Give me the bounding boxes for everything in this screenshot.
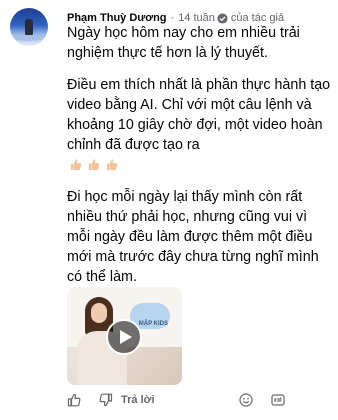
author-badge-icon — [217, 12, 228, 24]
thumbs-up-emoji-icon — [105, 157, 118, 171]
comment-paragraph: Đi học mỗi ngày lại thấy mình còn rất nh… — [67, 189, 319, 285]
avatar-figure — [25, 19, 33, 35]
comment-paragraph: Điều em thích nhất là phần thực hành tạo… — [67, 75, 333, 175]
comment-card: Phạm Thuỳ Dương · 14 tuần của tác giả Ng… — [0, 0, 338, 420]
thumbs-down-outline-icon[interactable] — [99, 393, 113, 407]
comment-actions: Trả lời — [67, 393, 285, 407]
reply-button[interactable]: Trả lời — [121, 394, 155, 406]
thumbs-up-outline-icon[interactable] — [67, 393, 81, 407]
avatar-ground — [14, 35, 44, 41]
video-attachment[interactable]: MẬP KIDS — [67, 287, 182, 385]
emoji-group — [69, 155, 123, 175]
comment-paragraph-text: Điều em thích nhất là phần thực hành tạo… — [67, 77, 331, 153]
thumbs-up-emoji-icon — [69, 157, 82, 171]
play-icon[interactable] — [106, 319, 142, 355]
video-person-face — [91, 303, 107, 323]
gif-icon[interactable] — [270, 393, 285, 407]
video-logo-text: MẬP KIDS — [138, 321, 168, 327]
thumbs-up-emoji-icon — [87, 157, 100, 171]
avatar[interactable] — [10, 8, 48, 46]
comment-body: Ngày học hôm nay cho em nhiều trải nghiệ… — [67, 23, 333, 287]
smile-icon[interactable] — [238, 393, 253, 407]
comment-paragraph: Ngày học hôm nay cho em nhiều trải nghiệ… — [67, 25, 300, 61]
